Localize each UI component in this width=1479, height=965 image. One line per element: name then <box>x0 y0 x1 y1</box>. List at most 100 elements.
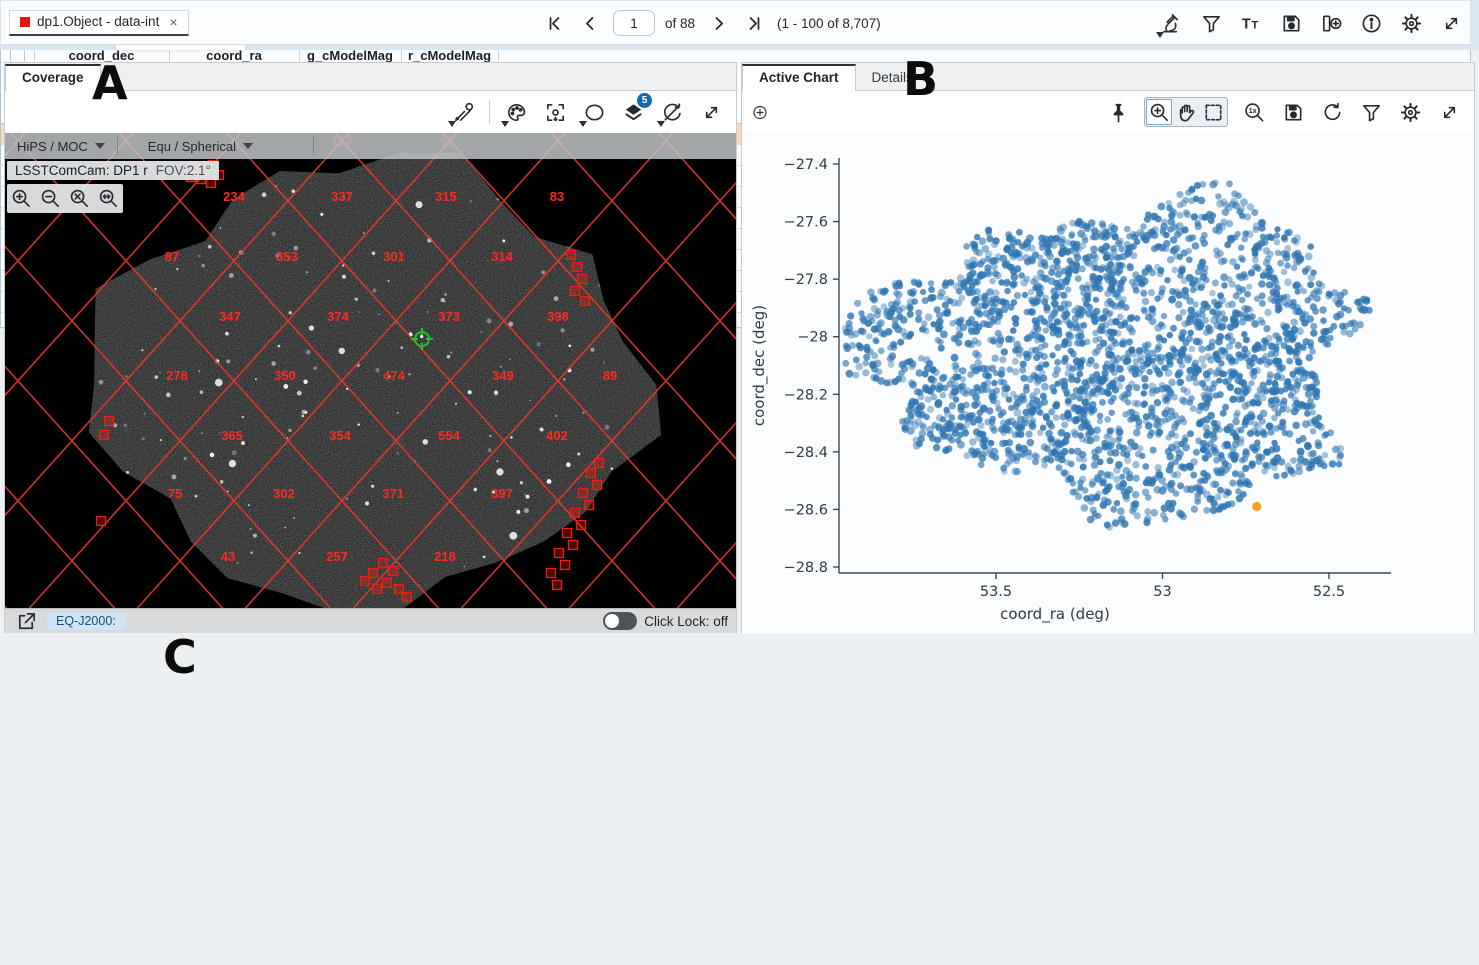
svg-text:T: T <box>1251 19 1258 31</box>
recenter-icon <box>544 101 567 124</box>
text-format-button[interactable]: TT <box>1238 10 1264 36</box>
chart-mode-group <box>1144 97 1228 127</box>
info-button[interactable] <box>1358 10 1384 36</box>
table-header-bar: dp1.Object - data-int × of 88 (1 - 100 o… <box>1 1 1470 45</box>
layer-count-badge: 5 <box>637 93 652 108</box>
svg-text:53: 53 <box>1153 584 1171 600</box>
image-status-bar: EQ-J2000: Click Lock: off <box>5 608 736 633</box>
tools-button[interactable] <box>450 99 476 125</box>
zoom-out-button[interactable] <box>36 184 65 213</box>
last-page-button[interactable] <box>741 10 767 36</box>
save-icon <box>1282 101 1305 124</box>
recenter-button[interactable] <box>542 99 568 125</box>
microscope-button[interactable] <box>1158 10 1184 36</box>
chart-panel: Active ChartDetails 1x −27.4−27.6−27.8−2… <box>741 62 1475 633</box>
filter-icon <box>1200 12 1223 35</box>
projection-bar: HiPS / MOC Equ / Spherical <box>5 133 736 159</box>
svg-text:−28: −28 <box>797 330 828 346</box>
svg-text:43: 43 <box>221 549 235 564</box>
expand-viewer-button[interactable] <box>13 608 39 634</box>
svg-text:75: 75 <box>168 486 182 501</box>
svg-text:52.5: 52.5 <box>1313 584 1345 600</box>
click-lock-toggle[interactable] <box>603 612 637 630</box>
svg-text:302: 302 <box>273 486 295 501</box>
svg-text:374: 374 <box>327 309 349 324</box>
svg-text:278: 278 <box>166 368 188 383</box>
zoom-fill-button[interactable] <box>94 184 123 213</box>
first-page-button[interactable] <box>541 10 567 36</box>
svg-text:53.5: 53.5 <box>980 584 1012 600</box>
x-axis-title: coord_ra (deg) <box>1000 605 1110 624</box>
highlighted-point[interactable] <box>1252 502 1261 511</box>
expand-button[interactable] <box>1436 99 1462 125</box>
layers-button[interactable]: 5 <box>620 99 646 125</box>
save-button[interactable] <box>1280 99 1306 125</box>
gear-icon <box>1399 101 1422 124</box>
zoom-in-button[interactable] <box>7 184 36 213</box>
gear-button[interactable] <box>1397 99 1423 125</box>
svg-text:402: 402 <box>546 428 568 443</box>
svg-text:83: 83 <box>550 189 564 204</box>
ellipse-select-button[interactable] <box>581 99 607 125</box>
svg-text:1x: 1x <box>1248 107 1256 115</box>
select-area-button[interactable] <box>1200 99 1226 125</box>
plus-circle-icon <box>752 100 768 125</box>
zoom-in-icon <box>10 187 33 210</box>
select-all-checkbox[interactable] <box>10 48 25 63</box>
annotation-letter-b: B <box>903 52 938 106</box>
zoom-fit-button[interactable] <box>65 184 94 213</box>
zoom-1x-icon: 1x <box>1243 101 1266 124</box>
prev-page-button[interactable] <box>577 10 603 36</box>
svg-text:257: 257 <box>326 549 348 564</box>
rotate-button[interactable] <box>1319 99 1345 125</box>
svg-text:373: 373 <box>438 309 460 324</box>
select-area-icon <box>1202 101 1225 124</box>
gear-button[interactable] <box>1398 10 1424 36</box>
zoom-1x-button[interactable]: 1x <box>1241 99 1267 125</box>
svg-text:350: 350 <box>274 368 296 383</box>
image-layer-label: LSSTComCam: DP1 rFOV:2.1° <box>7 161 219 180</box>
svg-text:−27.4: −27.4 <box>784 157 828 173</box>
pan-hand-button[interactable] <box>1173 99 1199 125</box>
row-range-label: (1 - 100 of 8,707) <box>777 16 881 31</box>
expand-button[interactable] <box>698 99 724 125</box>
dropdown-caret-icon <box>501 121 509 127</box>
chevron-right-icon <box>709 14 728 33</box>
chart-tabstrip: Active ChartDetails <box>742 63 1474 91</box>
hips-moc-dropdown[interactable]: HiPS / MOC <box>5 139 117 154</box>
palette-button[interactable] <box>503 99 529 125</box>
zoom-in-icon <box>1148 101 1171 124</box>
svg-text:554: 554 <box>438 428 460 443</box>
zoom-in-button[interactable] <box>1146 99 1172 125</box>
add-column-button[interactable] <box>1318 10 1344 36</box>
scatter-chart[interactable]: −27.4−27.6−27.8−28−28.2−28.4−28.6−28.853… <box>742 133 1474 634</box>
projection-dropdown[interactable]: Equ / Spherical <box>136 139 265 154</box>
pin-button[interactable] <box>1105 99 1131 125</box>
filter-button[interactable] <box>1198 10 1224 36</box>
svg-text:218: 218 <box>434 549 456 564</box>
filter-button[interactable] <box>1358 99 1384 125</box>
svg-text:371: 371 <box>382 486 404 501</box>
scatter-points <box>842 179 1373 530</box>
add-column-icon <box>1320 12 1343 35</box>
gear-icon <box>1400 12 1423 35</box>
add-chart-button[interactable] <box>742 99 768 125</box>
svg-text:353: 353 <box>276 249 298 264</box>
next-page-button[interactable] <box>705 10 731 36</box>
sky-image-viewer[interactable]: 2343373158387353301314347374373398278350… <box>5 133 736 608</box>
expand-button[interactable] <box>1438 10 1464 36</box>
svg-text:89: 89 <box>603 368 617 383</box>
close-icon[interactable]: × <box>169 14 177 30</box>
tab-active-chart[interactable]: Active Chart <box>742 64 856 91</box>
coordinate-readout: EQ-J2000: <box>47 613 125 630</box>
dropdown-caret-icon <box>579 121 587 127</box>
rotate-icon <box>1321 101 1344 124</box>
tab-coverage[interactable]: Coverage <box>5 64 101 91</box>
save-button[interactable] <box>1278 10 1304 36</box>
table-tab[interactable]: dp1.Object - data-int × <box>9 10 189 36</box>
svg-text:301: 301 <box>383 249 405 264</box>
svg-text:314: 314 <box>491 249 513 264</box>
expand-icon <box>1440 12 1463 35</box>
page-number-input[interactable] <box>613 10 655 36</box>
deselect-button[interactable] <box>659 99 685 125</box>
